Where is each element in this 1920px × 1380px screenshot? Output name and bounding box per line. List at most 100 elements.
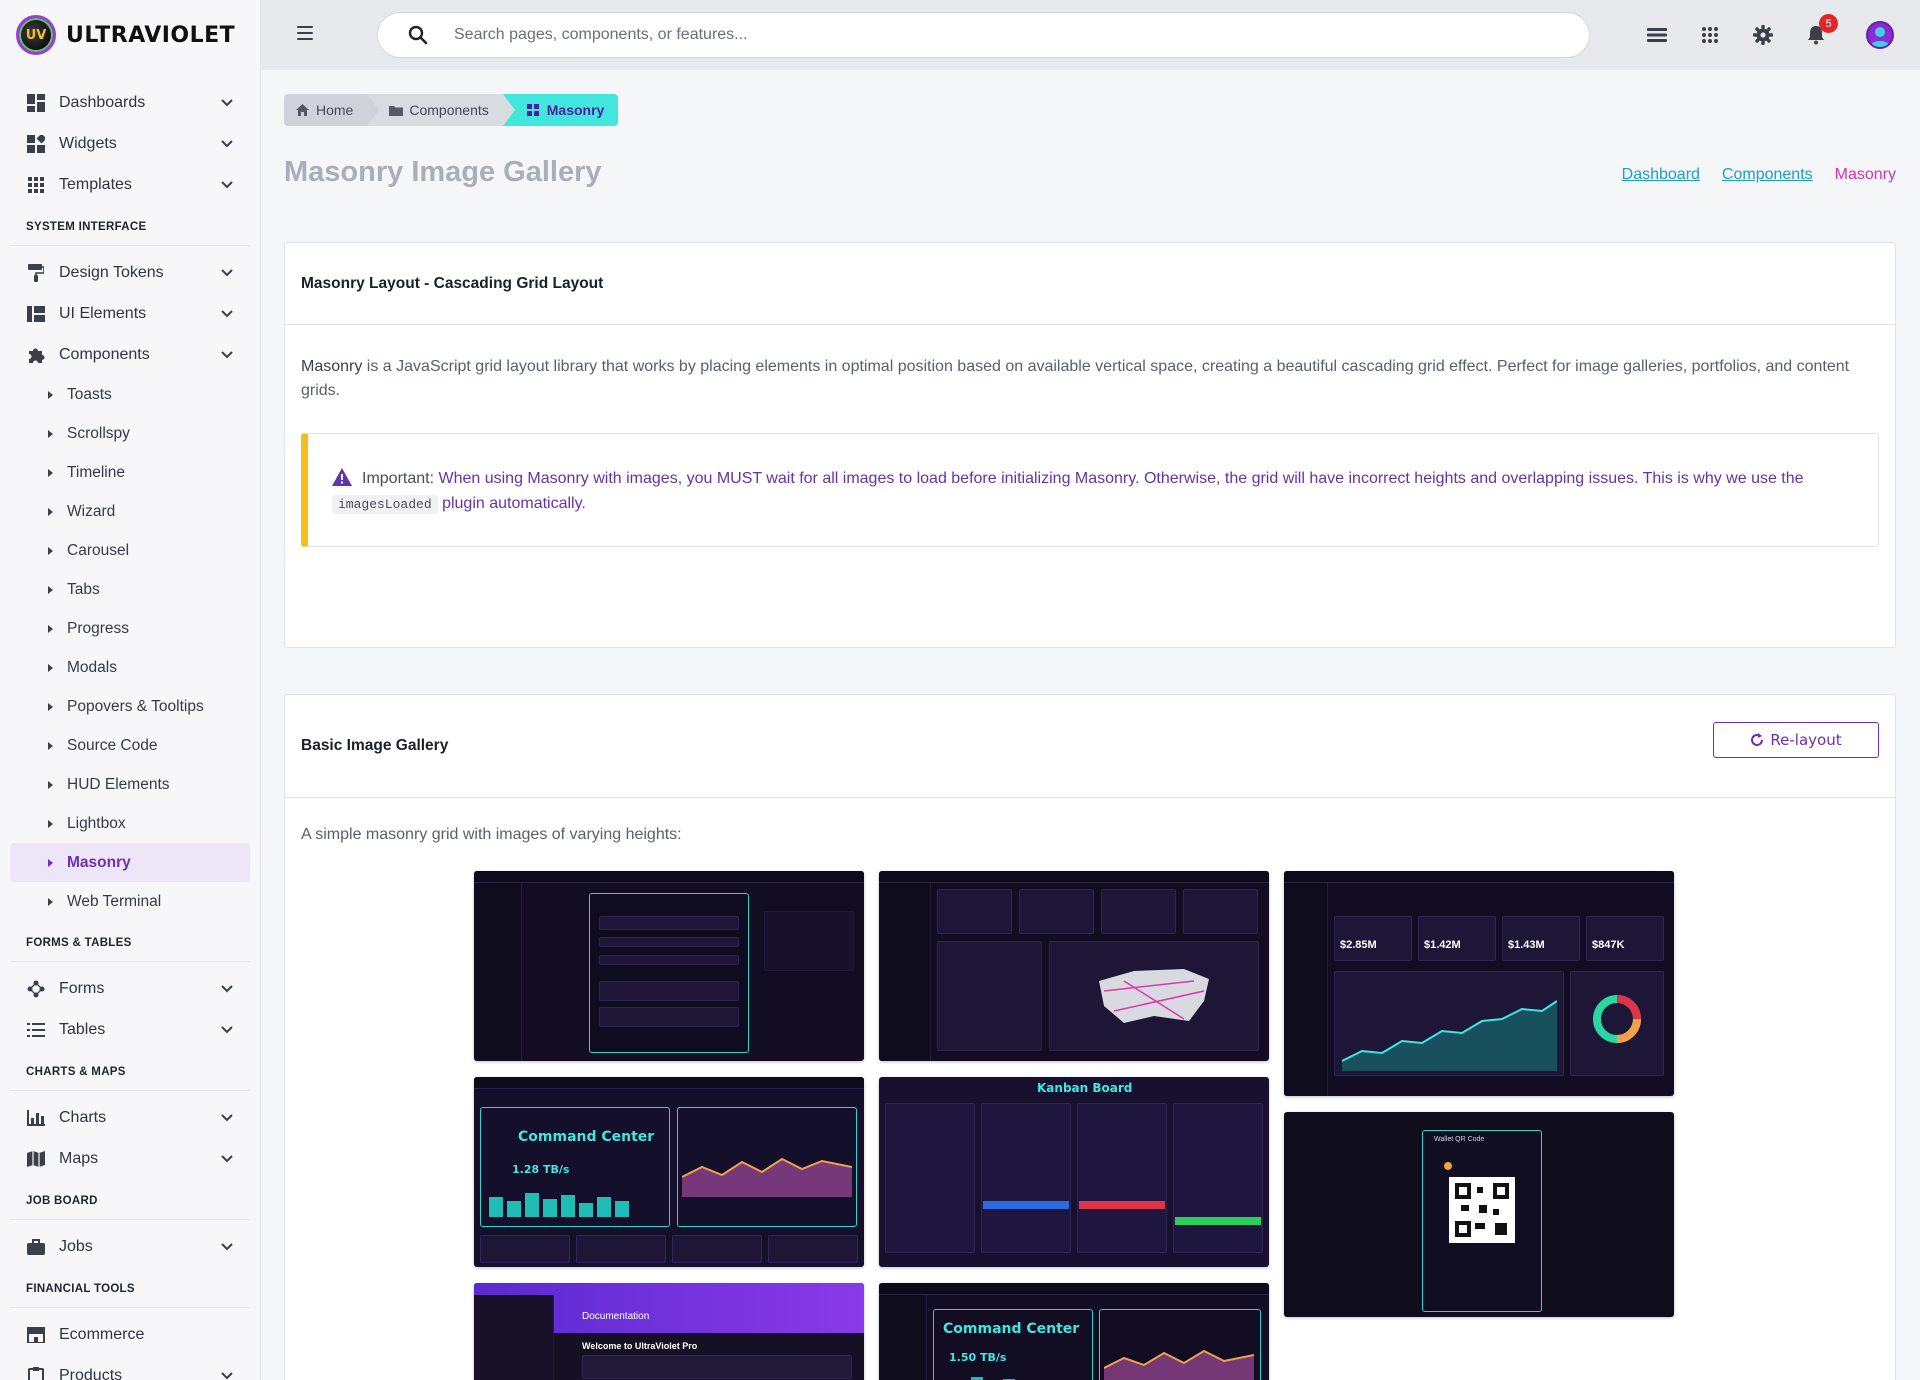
breadcrumb-components[interactable]: Components [367,94,516,126]
home-icon [296,103,310,117]
breadcrumb-home[interactable]: Home [284,94,380,126]
sidebar-item-dashboards[interactable]: Dashboards [10,82,250,123]
apps-grid-icon[interactable] [1698,23,1722,47]
notification-bell-icon[interactable]: 5 [1804,14,1838,47]
link-current: Masonry [1834,166,1896,183]
forms-icon [26,979,46,999]
chevron-down-icon [220,1240,234,1254]
clipboard-icon [26,1366,46,1380]
sidebar-subitem-web-terminal[interactable]: Web Terminal [10,882,250,921]
gallery-card: Basic Image Gallery Re-layout A simple m… [284,694,1896,1380]
sidebar-subitem-scrollspy[interactable]: Scrollspy [10,414,250,453]
gallery-description: A simple masonry grid with images of var… [301,826,682,843]
caret-right-icon [48,546,53,555]
gallery-image[interactable]: $2.85M $1.42M $1.43M $847K [1284,871,1674,1096]
search-bar[interactable] [377,12,1590,58]
caret-right-icon [48,858,53,867]
section-financial-tools: FINANCIAL TOOLS [10,1267,250,1308]
chevron-down-icon [220,307,234,321]
sidebar-subitem-toasts[interactable]: Toasts [10,375,250,414]
sidebar-item-design-tokens[interactable]: Design Tokens [10,252,250,293]
chevron-down-icon [220,1152,234,1166]
sidebar-item-components[interactable]: Components [10,334,250,375]
intro-card: Masonry Layout - Cascading Grid Layout M… [284,242,1896,648]
paint-roller-icon [26,263,46,283]
menu-toggle-icon[interactable] [297,26,313,40]
chevron-down-icon [220,266,234,280]
layers-icon[interactable] [1645,23,1669,47]
sidebar-subitem-masonry[interactable]: Masonry [10,843,250,882]
puzzle-icon [26,345,46,365]
sidebar-nav: Dashboards Widgets Templates SYSTEM INTE… [0,70,260,1380]
grid-icon [526,103,541,117]
folder-icon [389,103,404,117]
sidebar-subitem-tabs[interactable]: Tabs [10,570,250,609]
caret-right-icon [48,468,53,477]
sidebar-subitem-progress[interactable]: Progress [10,609,250,648]
search-icon [408,25,428,45]
sidebar-subitem-hud-elements[interactable]: HUD Elements [10,765,250,804]
list-icon [26,1020,46,1040]
sidebar-item-ui-elements[interactable]: UI Elements [10,293,250,334]
sidebar-subitem-wizard[interactable]: Wizard [10,492,250,531]
caret-right-icon [48,897,53,906]
gallery-image[interactable]: Command Center 1.28 TB/s [474,1077,864,1267]
link-dashboard[interactable]: Dashboard [1622,166,1700,184]
caret-right-icon [48,624,53,633]
sidebar-item-maps[interactable]: Maps [10,1138,250,1179]
breadcrumb-current: Masonry [502,94,619,126]
sidebar-item-forms[interactable]: Forms [10,968,250,1009]
chevron-down-icon [220,1369,234,1380]
sidebar-subitem-modals[interactable]: Modals [10,648,250,687]
main-content: Home Components Masonry Masonry Image Ga… [261,70,1920,1380]
gallery-image[interactable]: Wallet QR Code [1284,1112,1674,1317]
brand[interactable]: UV ULTRAVIOLET [0,0,260,70]
gallery-image[interactable]: Command Center 1.50 TB/s [879,1283,1269,1380]
sidebar-subitem-popovers-tooltips[interactable]: Popovers & Tooltips [10,687,250,726]
chevron-down-icon [220,348,234,362]
gallery-image[interactable] [879,871,1269,1061]
sidebar-item-products[interactable]: Products [10,1355,250,1380]
sidebar-subitem-timeline[interactable]: Timeline [10,453,250,492]
chevron-down-icon [220,1111,234,1125]
caret-right-icon [48,429,53,438]
sidebar-item-charts[interactable]: Charts [10,1097,250,1138]
chevron-down-icon [220,137,234,151]
bar-chart-icon [26,1108,46,1128]
gallery-image[interactable]: Documentation Welcome to UltraViolet Pro [474,1283,864,1380]
brand-name: ULTRAVIOLET [66,22,236,48]
map-icon [26,1149,46,1169]
sidebar-subitem-lightbox[interactable]: Lightbox [10,804,250,843]
caret-right-icon [48,819,53,828]
section-charts-maps: CHARTS & MAPS [10,1050,250,1091]
intro-card-title: Masonry Layout - Cascading Grid Layout [285,243,1895,325]
gallery-image[interactable]: Kanban Board [879,1077,1269,1267]
sidebar-item-ecommerce[interactable]: Ecommerce [10,1314,250,1355]
gallery-card-title: Basic Image Gallery [285,695,1895,798]
sidebar-subitem-carousel[interactable]: Carousel [10,531,250,570]
dashboard-icon [26,93,46,113]
intro-description: Masonry is a JavaScript grid layout libr… [301,358,1850,399]
chevron-down-icon [220,1023,234,1037]
avatar[interactable] [1866,21,1894,49]
section-system-interface: SYSTEM INTERFACE [10,205,250,246]
sidebar-subitem-source-code[interactable]: Source Code [10,726,250,765]
gallery-image[interactable] [474,871,864,1061]
sidebar-item-tables[interactable]: Tables [10,1009,250,1050]
breadcrumb: Home Components Masonry [284,94,619,126]
search-input[interactable] [454,26,1454,44]
relayout-button[interactable]: Re-layout [1713,722,1879,758]
caret-right-icon [48,663,53,672]
caret-right-icon [48,741,53,750]
code-imagesloaded: imagesLoaded [332,495,438,514]
sidebar-item-widgets[interactable]: Widgets [10,123,250,164]
link-components[interactable]: Components [1722,166,1813,184]
section-forms-tables: FORMS & TABLES [10,921,250,962]
gear-icon[interactable] [1751,23,1775,47]
sidebar-item-jobs[interactable]: Jobs [10,1226,250,1267]
grid-icon [26,175,46,195]
chevron-down-icon [220,178,234,192]
sidebar-item-templates[interactable]: Templates [10,164,250,205]
warning-icon [332,468,352,486]
layout-icon [26,304,46,324]
